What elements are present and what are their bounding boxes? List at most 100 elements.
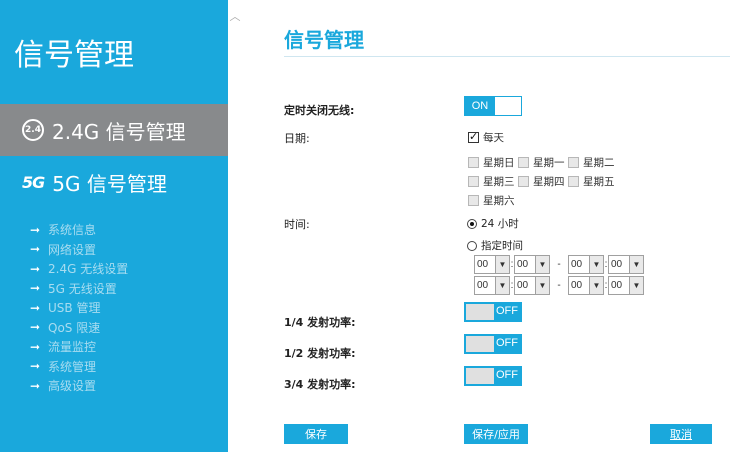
cancel-button[interactable]: 取消 (650, 424, 712, 444)
checkbox-icon (518, 176, 529, 187)
radio-24h[interactable]: 24 小时 (467, 216, 519, 231)
weekday-label: 星期三 (483, 176, 515, 188)
sub-menu-label: USB 管理 (48, 301, 101, 316)
time-label: 时间: (284, 218, 310, 231)
time-range-row: 00 ▼ : 00 ▼ - 00 ▼ : 00 ▼ (474, 276, 644, 295)
arrow-right-icon: ➞ (30, 339, 41, 354)
sub-menu-label: 系统管理 (48, 359, 97, 374)
range-dash: - (557, 259, 561, 270)
sub-menu-item[interactable]: ➞ 系统信息 (30, 220, 128, 240)
arrow-right-icon: ➞ (30, 242, 41, 257)
sub-menu-item[interactable]: ➞ 系统管理 (30, 357, 128, 377)
radio-icon (467, 240, 477, 251)
sidebar-item-label: 2.4G 信号管理 (52, 119, 186, 144)
sub-menu-item[interactable]: ➞ QoS 限速 (30, 318, 128, 338)
range-dash: - (557, 280, 561, 291)
checkbox-icon (568, 157, 579, 168)
chevron-down-icon: ▼ (629, 256, 643, 273)
5g-icon: 5G (22, 172, 45, 192)
select-value: 00 (517, 259, 529, 270)
select-value: 00 (571, 280, 583, 291)
select-value: 00 (571, 259, 583, 270)
weekday-label: 星期四 (533, 176, 565, 188)
sidebar: 信号管理 2.4 2.4G 信号管理 5G 5G 信号管理 ➞ 系统信息 ➞ 网络设… (0, 0, 228, 452)
weekday-checkbox-friday[interactable]: 星期五 (568, 174, 615, 189)
sub-menu-item[interactable]: ➞ 2.4G 无线设置 (30, 259, 128, 279)
weekday-label: 星期六 (483, 195, 515, 207)
checkbox-icon (468, 195, 479, 206)
weekday-checkbox-monday[interactable]: 星期一 (518, 155, 565, 170)
everyday-label: 每天 (483, 132, 504, 144)
sub-menu-label: 流量监控 (48, 340, 97, 355)
toggle-on-text: ON (465, 97, 495, 115)
checkbox-checked-icon (468, 130, 479, 143)
weekday-checkbox-saturday[interactable]: 星期六 (468, 193, 515, 208)
weekday-label: 星期日 (483, 157, 515, 169)
end-hour-select[interactable]: 00 ▼ (568, 276, 604, 295)
radio-custom-label: 指定时间 (481, 240, 523, 252)
power-three-quarter-toggle[interactable]: OFF (464, 366, 522, 386)
save-apply-button[interactable]: 保存/应用 (464, 424, 528, 444)
sub-menu-item[interactable]: ➞ 流量监控 (30, 337, 128, 357)
arrow-right-icon: ➞ (30, 300, 41, 315)
page-title: 信号管理 (284, 28, 364, 52)
weekday-label: 星期五 (583, 176, 615, 188)
power-half-toggle[interactable]: OFF (464, 334, 522, 354)
checkbox-icon (468, 157, 479, 168)
everyday-checkbox[interactable]: 每天 (468, 130, 504, 145)
weekday-label: 星期一 (533, 157, 565, 169)
sidebar-item-5g[interactable]: 5G 5G 信号管理 (0, 156, 228, 208)
end-minute-select[interactable]: 00 ▼ (608, 276, 644, 295)
scheduled-off-toggle[interactable]: ON (464, 96, 522, 116)
checkbox-icon (518, 157, 529, 168)
chevron-down-icon: ▼ (589, 277, 603, 294)
radio-selected-icon (467, 218, 477, 229)
power-quarter-toggle[interactable]: OFF (464, 302, 522, 322)
chevron-down-icon: ▼ (495, 256, 509, 273)
select-value: 00 (611, 280, 623, 291)
weekday-checkbox-thursday[interactable]: 星期四 (518, 174, 565, 189)
sidebar-sub-menu: ➞ 系统信息 ➞ 网络设置 ➞ 2.4G 无线设置 ➞ 5G 无线设置 ➞ USB 管理 … (30, 220, 128, 396)
sub-menu-label: 高级设置 (48, 379, 97, 394)
sidebar-item-2.4g[interactable]: 2.4 2.4G 信号管理 (0, 104, 228, 156)
toggle-off-text: OFF (496, 369, 518, 381)
sub-menu-label: 系统信息 (48, 223, 97, 238)
start-minute-select[interactable]: 00 ▼ (514, 276, 550, 295)
sub-menu-item[interactable]: ➞ 高级设置 (30, 376, 128, 396)
select-value: 00 (611, 259, 623, 270)
sidebar-title: 信号管理 (14, 38, 134, 73)
arrow-right-icon: ➞ (30, 261, 41, 276)
date-label: 日期: (284, 132, 310, 145)
arrow-right-icon: ➞ (30, 222, 41, 237)
select-value: 00 (477, 280, 489, 291)
power-three-quarter-label: 3/4 发射功率: (284, 378, 356, 391)
weekday-checkbox-tuesday[interactable]: 星期二 (568, 155, 615, 170)
sub-menu-item[interactable]: ➞ USB 管理 (30, 298, 128, 318)
toggle-knob (466, 368, 494, 384)
sidebar-item-label: 5G 信号管理 (52, 171, 167, 196)
chevron-down-icon: ▼ (589, 256, 603, 273)
save-button[interactable]: 保存 (284, 424, 348, 444)
title-divider (284, 56, 730, 57)
weekday-checkbox-sunday[interactable]: 星期日 (468, 155, 515, 170)
power-half-label: 1/2 发射功率: (284, 347, 356, 360)
weekday-checkbox-wednesday[interactable]: 星期三 (468, 174, 515, 189)
sub-menu-item[interactable]: ➞ 网络设置 (30, 240, 128, 260)
start-hour-select[interactable]: 00 ▼ (474, 276, 510, 295)
2.4g-icon: 2.4 (22, 119, 44, 141)
start-hour-select[interactable]: 00 ▼ (474, 255, 510, 274)
chevron-down-icon: ▼ (629, 277, 643, 294)
end-minute-select[interactable]: 00 ▼ (608, 255, 644, 274)
start-minute-select[interactable]: 00 ▼ (514, 255, 550, 274)
sub-menu-item[interactable]: ➞ 5G 无线设置 (30, 279, 128, 299)
end-hour-select[interactable]: 00 ▼ (568, 255, 604, 274)
radio-24h-label: 24 小时 (481, 218, 519, 230)
scroll-up-chevron-icon[interactable]: ︿ (229, 8, 241, 23)
power-quarter-label: 1/4 发射功率: (284, 316, 356, 329)
checkbox-icon (568, 176, 579, 187)
radio-custom-time[interactable]: 指定时间 (467, 238, 523, 253)
sub-menu-label: 2.4G 无线设置 (48, 262, 129, 277)
scheduled-off-label: 定时关闭无线: (284, 104, 355, 117)
arrow-right-icon: ➞ (30, 320, 41, 335)
select-value: 00 (517, 280, 529, 291)
